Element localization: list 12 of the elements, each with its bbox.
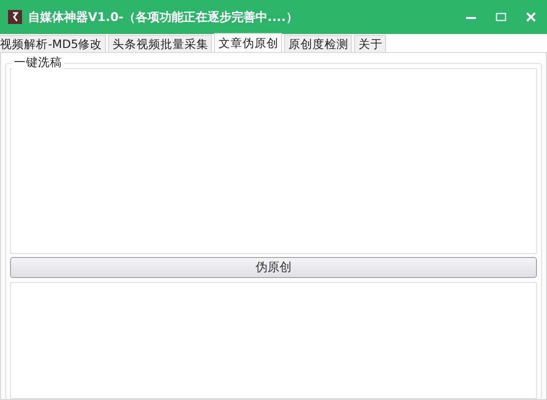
rewrite-button[interactable]: 伪原创 bbox=[10, 257, 537, 278]
tab[interactable]: 文章伪原创 bbox=[214, 33, 282, 52]
maximize-icon[interactable] bbox=[495, 11, 507, 23]
app-logo-icon bbox=[8, 10, 22, 24]
tab[interactable]: 原创度检测 bbox=[284, 35, 352, 52]
close-icon[interactable] bbox=[525, 11, 537, 23]
input-field[interactable] bbox=[10, 68, 537, 254]
tab[interactable]: 关于 bbox=[354, 35, 386, 52]
tab[interactable]: 头条视频批量采集 bbox=[108, 35, 212, 52]
window-title: 自媒体神器V1.0-（各项功能正在逐步完善中....） bbox=[28, 8, 298, 26]
output-field[interactable] bbox=[10, 282, 537, 399]
tab[interactable]: 视频解析-MD5修改 bbox=[0, 35, 106, 52]
